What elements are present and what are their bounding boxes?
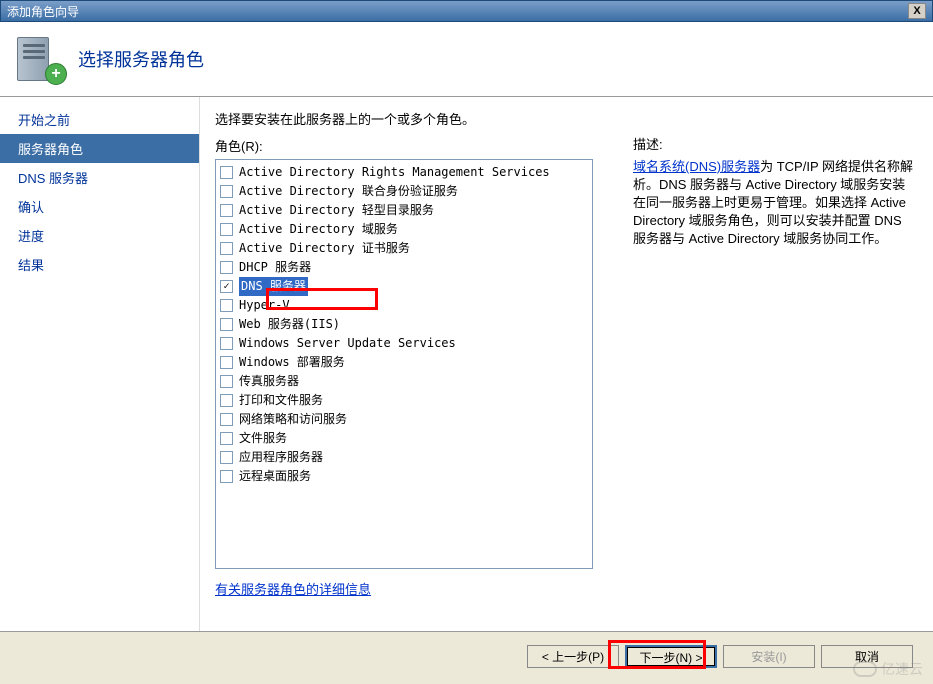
role-row[interactable]: 远程桌面服务 — [220, 467, 588, 486]
role-row[interactable]: 应用程序服务器 — [220, 448, 588, 467]
role-checkbox[interactable] — [220, 413, 233, 426]
role-checkbox[interactable] — [220, 261, 233, 274]
description-text: 域名系统(DNS)服务器为 TCP/IP 网络提供名称解析。DNS 服务器与 A… — [633, 158, 913, 248]
prev-button[interactable]: < 上一步(P) — [527, 645, 619, 668]
window-title: 添加角色向导 — [7, 3, 79, 20]
role-label: 文件服务 — [239, 429, 287, 448]
role-checkbox[interactable] — [220, 451, 233, 464]
content-area: 开始之前 服务器角色 DNS 服务器 确认 进度 结果 选择要安装在此服务器上的… — [0, 97, 933, 631]
sidebar-item-result[interactable]: 结果 — [0, 250, 199, 279]
role-row[interactable]: Active Directory 证书服务 — [220, 239, 588, 258]
role-checkbox[interactable] — [220, 394, 233, 407]
role-row[interactable]: 文件服务 — [220, 429, 588, 448]
role-label: 打印和文件服务 — [239, 391, 323, 410]
install-button: 安装(I) — [723, 645, 815, 668]
roles-label: 角色(R): — [215, 136, 615, 155]
role-checkbox[interactable] — [220, 356, 233, 369]
role-checkbox[interactable] — [220, 432, 233, 445]
role-label: Active Directory 联合身份验证服务 — [239, 182, 458, 201]
role-label: Windows 部署服务 — [239, 353, 345, 372]
description-section: 描述: 域名系统(DNS)服务器为 TCP/IP 网络提供名称解析。DNS 服务… — [615, 109, 913, 621]
role-row[interactable]: 打印和文件服务 — [220, 391, 588, 410]
watermark: 亿速云 — [853, 659, 923, 679]
role-row[interactable]: Active Directory Rights Management Servi… — [220, 163, 588, 182]
highlight-next-button — [608, 640, 706, 669]
role-row[interactable]: DHCP 服务器 — [220, 258, 588, 277]
watermark-text: 亿速云 — [881, 659, 923, 679]
titlebar: 添加角色向导 X — [0, 0, 933, 22]
role-label: Active Directory 轻型目录服务 — [239, 201, 434, 220]
role-row[interactable]: Web 服务器(IIS) — [220, 315, 588, 334]
sidebar-item-before[interactable]: 开始之前 — [0, 105, 199, 134]
plus-icon: + — [45, 63, 67, 85]
role-row[interactable]: Active Directory 联合身份验证服务 — [220, 182, 588, 201]
highlight-dns-role — [266, 288, 378, 310]
role-label: 远程桌面服务 — [239, 467, 311, 486]
role-checkbox[interactable] — [220, 470, 233, 483]
role-checkbox[interactable] — [220, 166, 233, 179]
role-checkbox[interactable] — [220, 204, 233, 217]
roles-listbox[interactable]: Active Directory Rights Management Servi… — [215, 159, 593, 569]
wizard-header: + 选择服务器角色 — [0, 22, 933, 97]
sidebar-item-dns[interactable]: DNS 服务器 — [0, 163, 199, 192]
role-row[interactable]: Windows 部署服务 — [220, 353, 588, 372]
button-bar: < 上一步(P) 下一步(N) > 安装(I) 取消 — [0, 631, 933, 681]
cloud-icon — [853, 661, 877, 677]
role-label: DHCP 服务器 — [239, 258, 311, 277]
role-label: 传真服务器 — [239, 372, 299, 391]
sidebar-item-progress[interactable]: 进度 — [0, 221, 199, 250]
intro-text: 选择要安装在此服务器上的一个或多个角色。 — [215, 109, 615, 128]
role-checkbox[interactable] — [220, 375, 233, 388]
roles-section: 选择要安装在此服务器上的一个或多个角色。 角色(R): Active Direc… — [215, 109, 615, 621]
role-label: Active Directory 域服务 — [239, 220, 398, 239]
role-row[interactable]: Active Directory 轻型目录服务 — [220, 201, 588, 220]
close-button[interactable]: X — [908, 3, 926, 19]
role-label: Windows Server Update Services — [239, 334, 456, 353]
role-row[interactable]: Windows Server Update Services — [220, 334, 588, 353]
more-info-link[interactable]: 有关服务器角色的详细信息 — [215, 579, 371, 598]
page-title: 选择服务器角色 — [78, 46, 204, 72]
role-checkbox[interactable] — [220, 223, 233, 236]
role-checkbox[interactable] — [220, 280, 233, 293]
role-label: 网络策略和访问服务 — [239, 410, 347, 429]
role-label: Active Directory Rights Management Servi… — [239, 163, 550, 182]
wizard-steps-sidebar: 开始之前 服务器角色 DNS 服务器 确认 进度 结果 — [0, 97, 200, 631]
role-checkbox[interactable] — [220, 337, 233, 350]
description-label: 描述: — [633, 134, 913, 153]
role-checkbox[interactable] — [220, 318, 233, 331]
role-checkbox[interactable] — [220, 185, 233, 198]
role-row[interactable]: Active Directory 域服务 — [220, 220, 588, 239]
description-link[interactable]: 域名系统(DNS)服务器 — [633, 159, 760, 174]
role-label: 应用程序服务器 — [239, 448, 323, 467]
server-icon: + — [15, 35, 63, 83]
sidebar-item-confirm[interactable]: 确认 — [0, 192, 199, 221]
role-label: Active Directory 证书服务 — [239, 239, 410, 258]
role-label: Web 服务器(IIS) — [239, 315, 340, 334]
main-panel: 选择要安装在此服务器上的一个或多个角色。 角色(R): Active Direc… — [200, 97, 933, 631]
role-checkbox[interactable] — [220, 299, 233, 312]
role-row[interactable]: 传真服务器 — [220, 372, 588, 391]
role-row[interactable]: 网络策略和访问服务 — [220, 410, 588, 429]
sidebar-item-server-roles[interactable]: 服务器角色 — [0, 134, 199, 163]
role-checkbox[interactable] — [220, 242, 233, 255]
